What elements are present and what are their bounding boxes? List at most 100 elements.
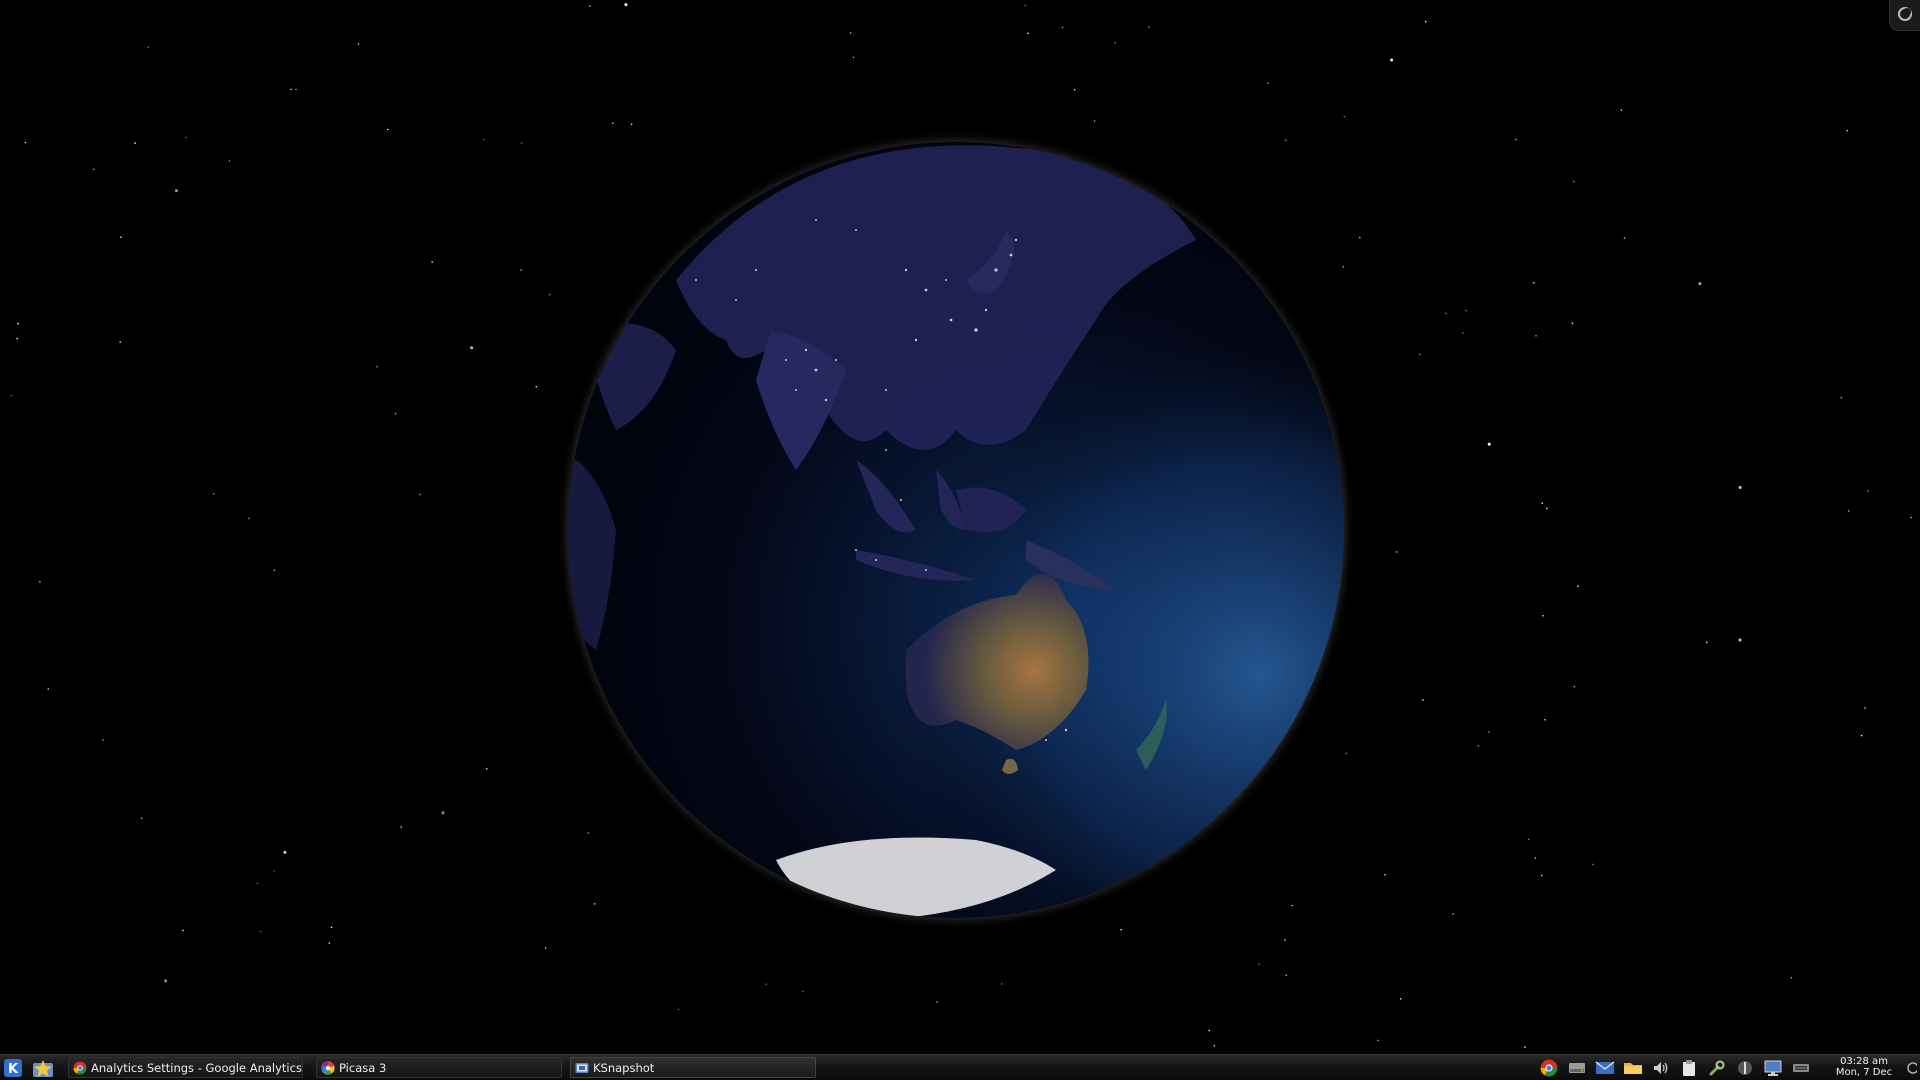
digital-clock[interactable]: 03:28 am Mon, 7 Dec [1832,1056,1896,1078]
keyboard-icon[interactable] [1790,1058,1812,1078]
favorites-button[interactable] [31,1057,55,1079]
star [1573,685,1576,688]
chrome-tray-icon[interactable] [1538,1058,1560,1078]
kde-logo-icon: K [4,1059,22,1077]
star [548,293,551,296]
star [260,930,262,933]
star [612,122,614,124]
star [357,43,360,45]
star [624,3,628,7]
star [119,341,121,343]
star [93,168,95,171]
star [102,739,104,741]
star [630,123,633,126]
star [1910,516,1912,519]
star [1422,699,1424,701]
ksnapshot-icon [575,1062,589,1073]
star [849,32,852,34]
star [283,850,287,854]
star [1445,312,1447,315]
star [1424,20,1427,23]
star [1544,719,1546,721]
clipboard-icon[interactable] [1678,1058,1700,1078]
star [1571,322,1574,325]
star [24,141,27,144]
task-ksnapshot[interactable]: KSnapshot [570,1057,816,1078]
star [1258,963,1260,965]
star [182,929,184,932]
star [1285,974,1288,977]
star [1705,641,1708,644]
star [1284,939,1286,941]
star [1390,58,1394,62]
star [431,261,433,263]
star [47,688,50,690]
star [589,5,591,7]
star [1840,396,1843,399]
tool-icon[interactable] [1706,1058,1728,1078]
star [1462,332,1464,334]
star [1524,1046,1526,1048]
chrome-icon [73,1061,87,1074]
volume-icon[interactable] [1650,1058,1672,1078]
task-picasa[interactable]: Picasa 3 [316,1057,562,1078]
star [1399,998,1402,1000]
star [1343,115,1346,118]
star [544,947,547,949]
application-launcher-button[interactable]: K [1,1057,25,1079]
desktop-toolbox-button[interactable] [1889,0,1920,31]
display-icon[interactable] [1762,1058,1784,1078]
taskbar: K Analytics Settings - Google Analytics … [0,1054,1920,1080]
star [1534,857,1537,859]
star [1847,510,1850,512]
star [1488,731,1490,733]
star [213,493,215,495]
star [470,346,474,350]
earth-globe [556,130,1356,930]
star [677,1008,680,1011]
star [330,926,333,929]
star [16,337,19,340]
star [1267,82,1269,84]
star [1148,26,1150,28]
star [1738,638,1742,642]
drive-icon[interactable] [1566,1058,1588,1078]
star [273,870,275,872]
star [134,142,136,144]
panel-toolbox-button[interactable] [1903,1059,1919,1077]
picasa-icon [321,1061,335,1074]
star [1377,1039,1379,1042]
task-analytics-settings[interactable]: Analytics Settings - Google Analytics [68,1057,303,1078]
network-icon[interactable] [1734,1058,1756,1078]
star [1000,983,1003,985]
star [386,128,389,131]
star [1061,26,1064,29]
task-label: Analytics Settings - Google Analytics [91,1060,302,1075]
star [482,138,485,141]
star [441,811,445,815]
star [1546,507,1548,510]
star [1213,1044,1216,1047]
star [1540,874,1543,877]
star [1592,863,1594,866]
star [273,569,276,572]
star [1527,838,1530,841]
star [1114,41,1116,44]
star [1093,120,1096,122]
star [1542,615,1544,617]
star [164,979,168,983]
star [376,365,378,368]
star [1623,237,1626,239]
cashew-icon [1898,7,1912,21]
folder-icon[interactable] [1622,1058,1644,1078]
cashew-icon [1907,1062,1917,1074]
clock-time: 03:28 am [1840,1056,1888,1067]
star [174,189,178,193]
star [228,160,231,162]
star [17,322,19,325]
star [1790,976,1793,979]
star [185,136,187,139]
mail-icon[interactable] [1594,1058,1616,1078]
star [486,768,488,770]
desktop [0,0,1920,1054]
